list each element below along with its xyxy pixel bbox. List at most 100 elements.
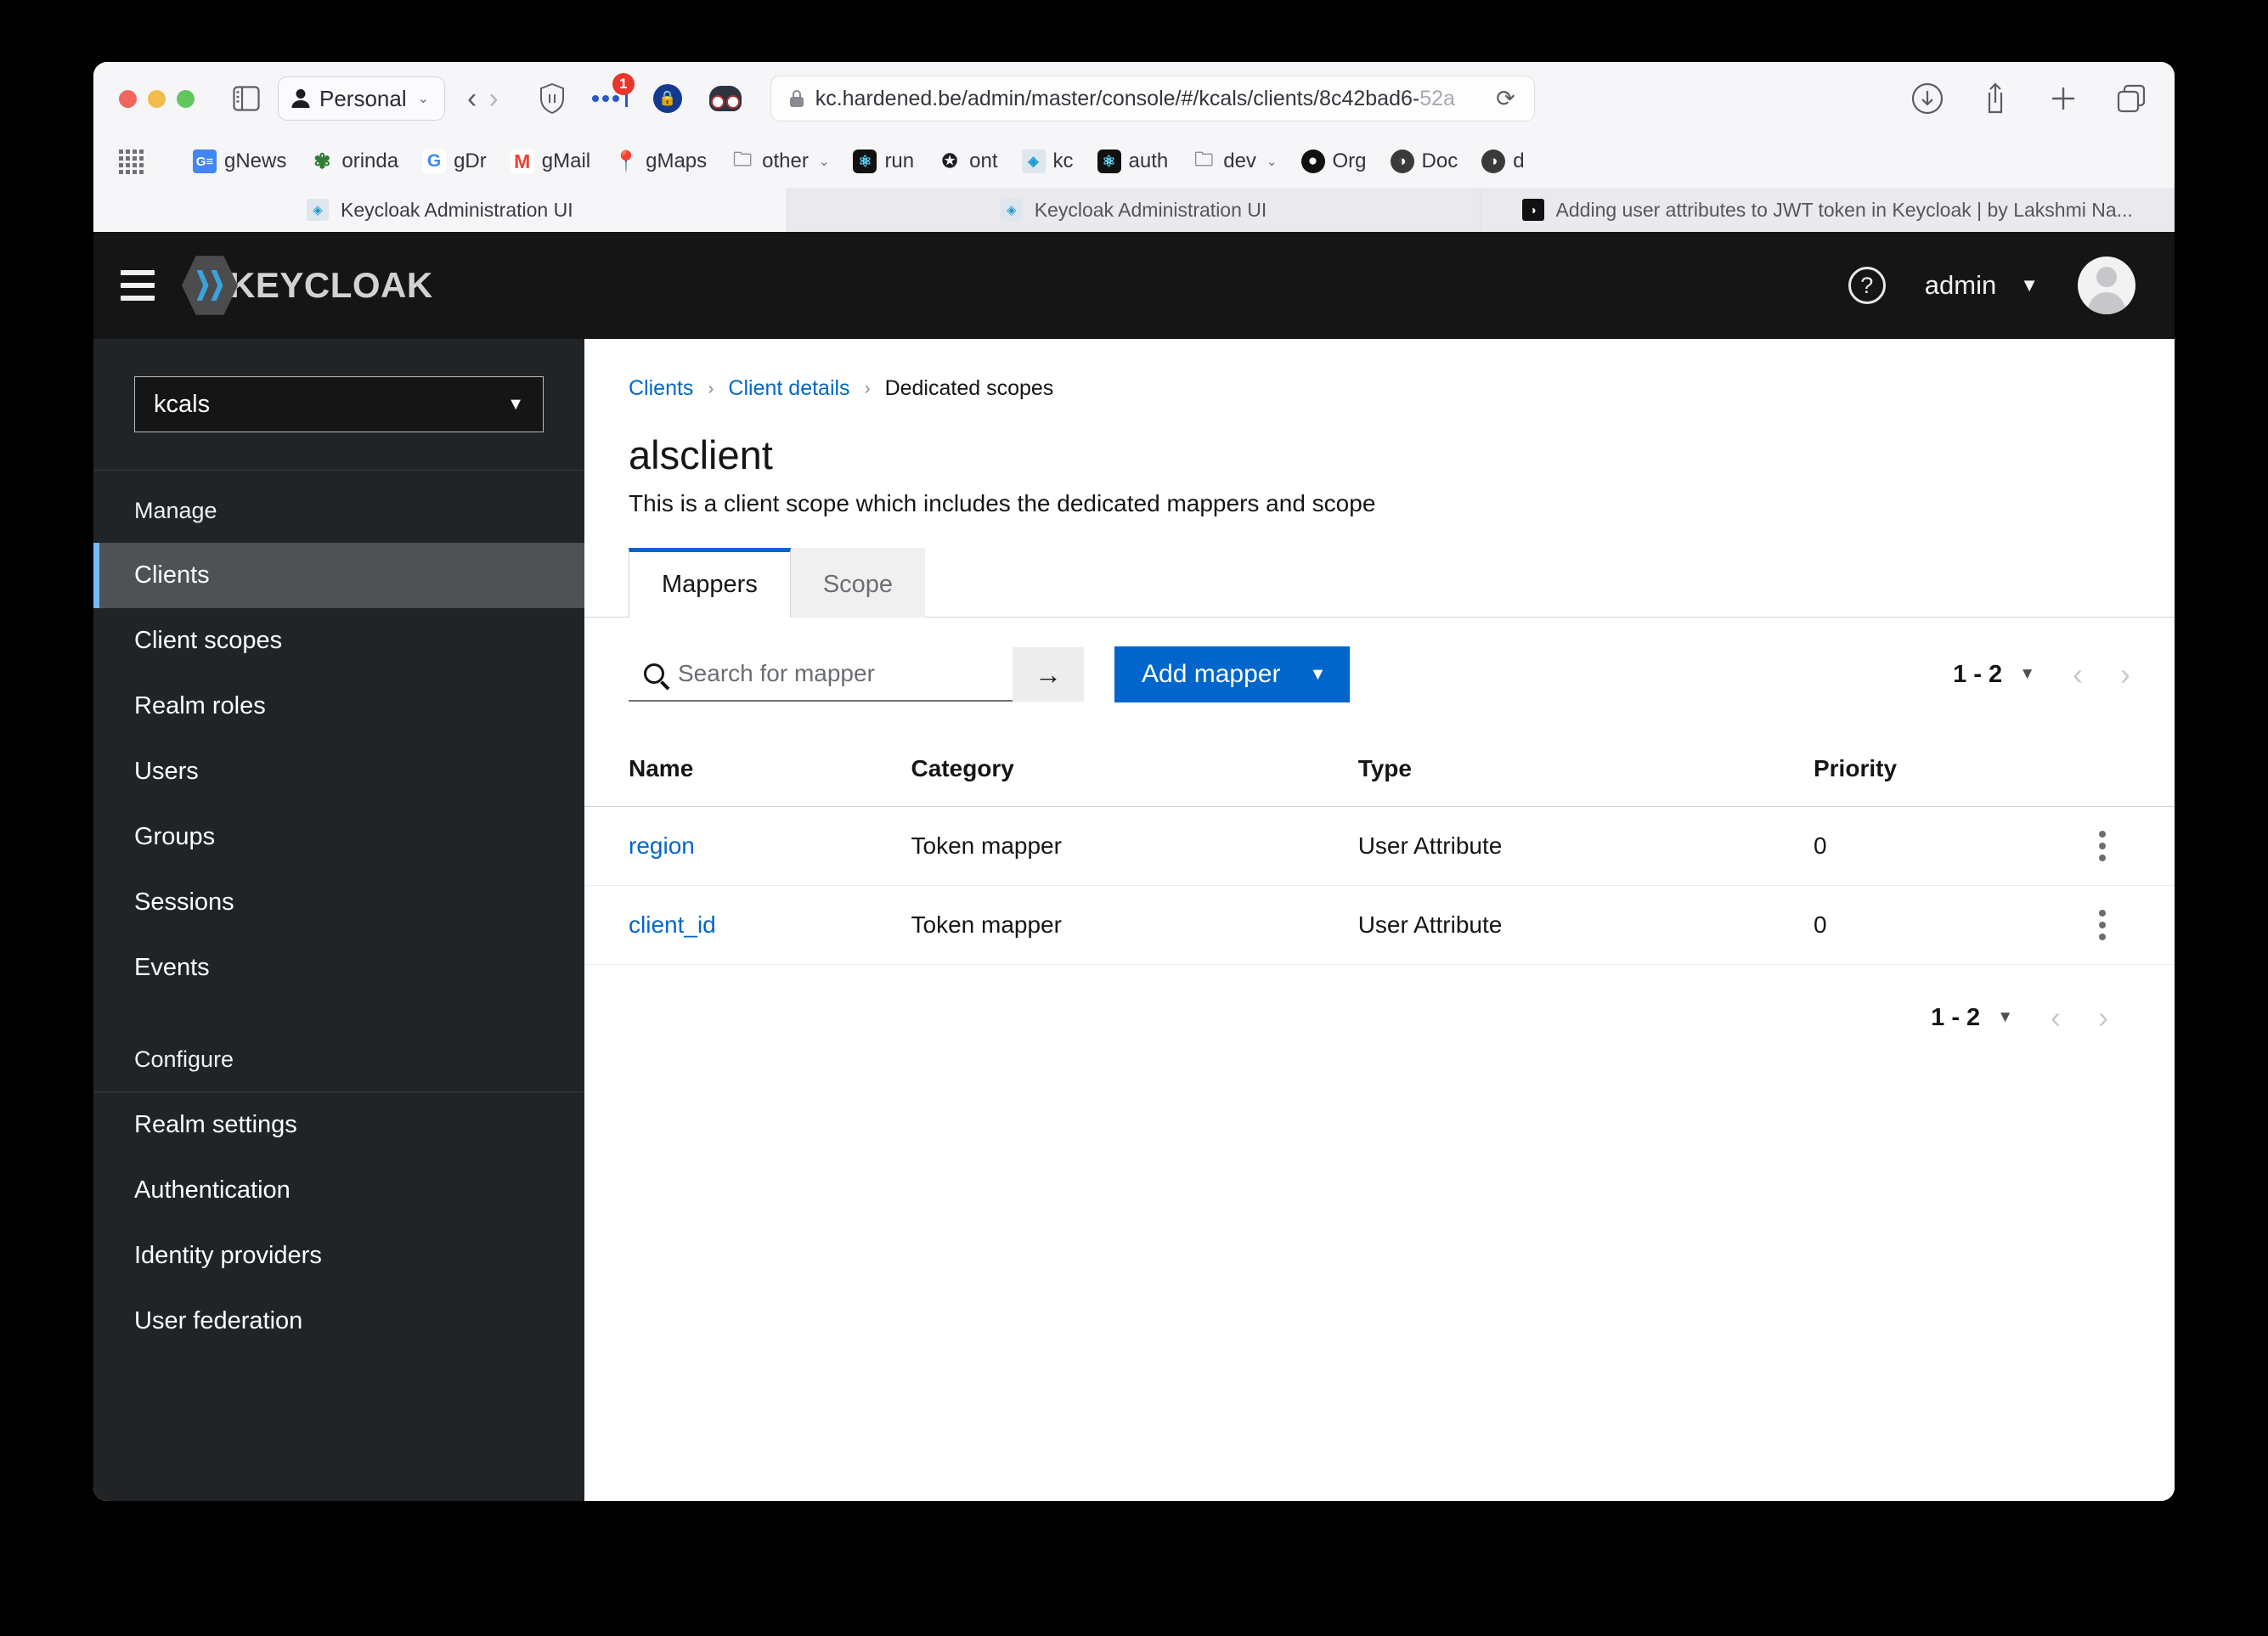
- toolbar-right-icons: [1908, 79, 2151, 118]
- bookmark-item[interactable]: ● Org: [1289, 143, 1379, 180]
- cell-priority: 0: [1813, 806, 2072, 886]
- search-icon: [644, 663, 664, 684]
- apps-grid-icon[interactable]: [119, 149, 144, 174]
- react-icon: ⚛: [853, 149, 877, 173]
- minimize-window-button[interactable]: [148, 89, 166, 108]
- column-header-priority: Priority: [1813, 731, 2072, 807]
- pagination-next-button[interactable]: ›: [2098, 1002, 2108, 1033]
- tab-overview-icon[interactable]: [2112, 79, 2151, 118]
- sidebar-item-clients[interactable]: Clients: [93, 543, 584, 608]
- add-mapper-button[interactable]: Add mapper ▼: [1114, 646, 1351, 702]
- masthead-right: ? admin ▼: [1848, 257, 2135, 314]
- maximize-window-button[interactable]: [177, 89, 195, 108]
- pagination-range: 1 - 2: [1953, 660, 2003, 688]
- user-menu[interactable]: admin ▼: [1925, 270, 2039, 301]
- privacy-mask-icon[interactable]: [706, 79, 745, 118]
- pagination-range-selector[interactable]: 1 - 2 ▼: [1931, 1004, 2013, 1032]
- help-icon[interactable]: ?: [1848, 267, 1886, 304]
- sidebar-item-groups[interactable]: Groups: [93, 804, 584, 870]
- close-window-button[interactable]: [119, 89, 137, 108]
- realm-selector[interactable]: kcals ▼: [134, 376, 544, 432]
- bookmark-item[interactable]: ◈ kc: [1010, 143, 1086, 180]
- bookmark-label: gMaps: [646, 149, 708, 172]
- sidebar-item-realm-settings[interactable]: Realm settings: [93, 1092, 584, 1158]
- sidebar-item-authentication[interactable]: Authentication: [93, 1158, 584, 1223]
- folder-icon: 🗀: [733, 149, 753, 170]
- bookmark-label: orinda: [341, 149, 399, 172]
- search-placeholder: Search for mapper: [678, 660, 875, 686]
- nav-arrows: ‹ ›: [467, 84, 499, 113]
- search-submit-button[interactable]: →: [1013, 647, 1084, 702]
- bookmark-folder-dev[interactable]: 🗀 dev ⌄: [1180, 143, 1289, 180]
- bookmark-item[interactable]: ⚛ auth: [1086, 143, 1181, 180]
- mapper-link-region[interactable]: region: [629, 832, 695, 859]
- pagination-prev-button[interactable]: ‹: [2073, 659, 2083, 690]
- bookmark-item[interactable]: ⚛ run: [841, 143, 926, 180]
- browser-toolbar: Personal ⌄ ‹ › 1 🔒 kc.hardened.be/admin/…: [93, 62, 2175, 135]
- forward-button[interactable]: ›: [488, 84, 498, 113]
- breadcrumb-current: Dedicated scopes: [884, 376, 1054, 400]
- shield-icon[interactable]: [533, 79, 572, 118]
- sidebar-item-user-federation[interactable]: User federation: [93, 1289, 584, 1354]
- bookmark-item[interactable]: MgMail: [499, 143, 602, 180]
- bookmark-label: d: [1513, 149, 1525, 172]
- sidebar-item-users[interactable]: Users: [93, 739, 584, 804]
- sidebar-toggle-icon[interactable]: [227, 79, 266, 118]
- sidebar-item-sessions[interactable]: Sessions: [93, 870, 584, 935]
- tab-mappers[interactable]: Mappers: [629, 548, 791, 618]
- bookmark-item[interactable]: ◑ d: [1470, 143, 1536, 180]
- sidebar-item-client-scopes[interactable]: Client scopes: [93, 608, 584, 674]
- chevron-down-icon: ⌄: [818, 155, 830, 169]
- eu-cookie-icon[interactable]: 🔒: [648, 79, 687, 118]
- keycloak-logo[interactable]: KEYCLOAK: [182, 254, 433, 317]
- content-tabs: Mappers Scope: [584, 517, 2175, 618]
- search-group: Search for mapper →: [629, 647, 1084, 702]
- pagination-range-selector[interactable]: 1 - 2 ▼: [1953, 661, 2035, 689]
- sidebar-group-configure: Configure: [134, 1046, 234, 1072]
- bookmark-item[interactable]: ✪ ont: [926, 143, 1009, 180]
- back-button[interactable]: ‹: [467, 84, 477, 113]
- username-label: admin: [1924, 270, 1997, 300]
- row-actions-kebab-icon[interactable]: [2072, 831, 2134, 861]
- browser-tab-2[interactable]: ◈ Keycloak Administration UI: [787, 188, 1481, 232]
- bookmark-item[interactable]: ◑ Doc: [1379, 143, 1470, 180]
- bookmark-label: other: [762, 149, 809, 172]
- gmail-icon: M: [510, 149, 534, 173]
- pagination-bottom-group: 1 - 2 ▼ ‹ ›: [1931, 1002, 2108, 1033]
- realm-selector-wrap: kcals ▼: [93, 339, 584, 470]
- row-actions-kebab-icon[interactable]: [2072, 910, 2134, 940]
- address-bar[interactable]: kc.hardened.be/admin/master/console/#/kc…: [770, 76, 1535, 121]
- breadcrumb-client-details[interactable]: Client details: [728, 376, 849, 401]
- search-input[interactable]: Search for mapper: [629, 647, 1013, 702]
- bookmark-folder-other[interactable]: 🗀 other ⌄: [719, 143, 841, 180]
- share-icon[interactable]: [1976, 79, 2015, 118]
- pagination-prev-button[interactable]: ‹: [2051, 1002, 2061, 1033]
- profile-selector[interactable]: Personal ⌄: [278, 76, 446, 121]
- keycloak-icon: ◈: [1021, 149, 1046, 173]
- mapper-link-client-id[interactable]: client_id: [629, 911, 716, 938]
- bookmarks-bar: G≡ gNews ✾ orinda GgDr MgMail 📍 gMaps 🗀 othe…: [93, 135, 2175, 188]
- bookmark-item[interactable]: G≡ gNews: [181, 143, 298, 180]
- window-controls: [119, 89, 195, 108]
- table-header-row: Name Category Type Priority: [584, 731, 2175, 807]
- keycloak-hex-icon: [182, 256, 238, 315]
- pagination-next-button[interactable]: ›: [2120, 659, 2130, 690]
- chevron-down-icon: ▼: [1997, 1008, 2013, 1026]
- bookmark-item[interactable]: ✾ orinda: [298, 143, 410, 180]
- avatar[interactable]: [2078, 257, 2135, 314]
- add-mapper-label: Add mapper: [1142, 660, 1281, 688]
- sidebar-item-realm-roles[interactable]: Realm roles: [93, 674, 584, 739]
- bookmark-item[interactable]: 📍 gMaps: [602, 143, 719, 180]
- breadcrumb-clients[interactable]: Clients: [629, 376, 693, 401]
- browser-tab-1[interactable]: ◈ Keycloak Administration UI: [93, 188, 787, 232]
- sidebar-item-events[interactable]: Events: [93, 935, 584, 1001]
- tab-scope[interactable]: Scope: [790, 548, 926, 618]
- sidebar-item-identity-providers[interactable]: Identity providers: [93, 1223, 584, 1289]
- new-tab-icon[interactable]: [2044, 79, 2083, 118]
- bookmark-item[interactable]: GgDr: [410, 143, 499, 180]
- downloads-icon[interactable]: [1908, 79, 1947, 118]
- reload-icon[interactable]: ⟳: [1496, 86, 1515, 112]
- browser-tab-3[interactable]: ◑ Adding user attributes to JWT token in…: [1481, 188, 2175, 232]
- password-manager-icon[interactable]: 1: [590, 73, 635, 118]
- hamburger-menu-icon[interactable]: [93, 270, 182, 301]
